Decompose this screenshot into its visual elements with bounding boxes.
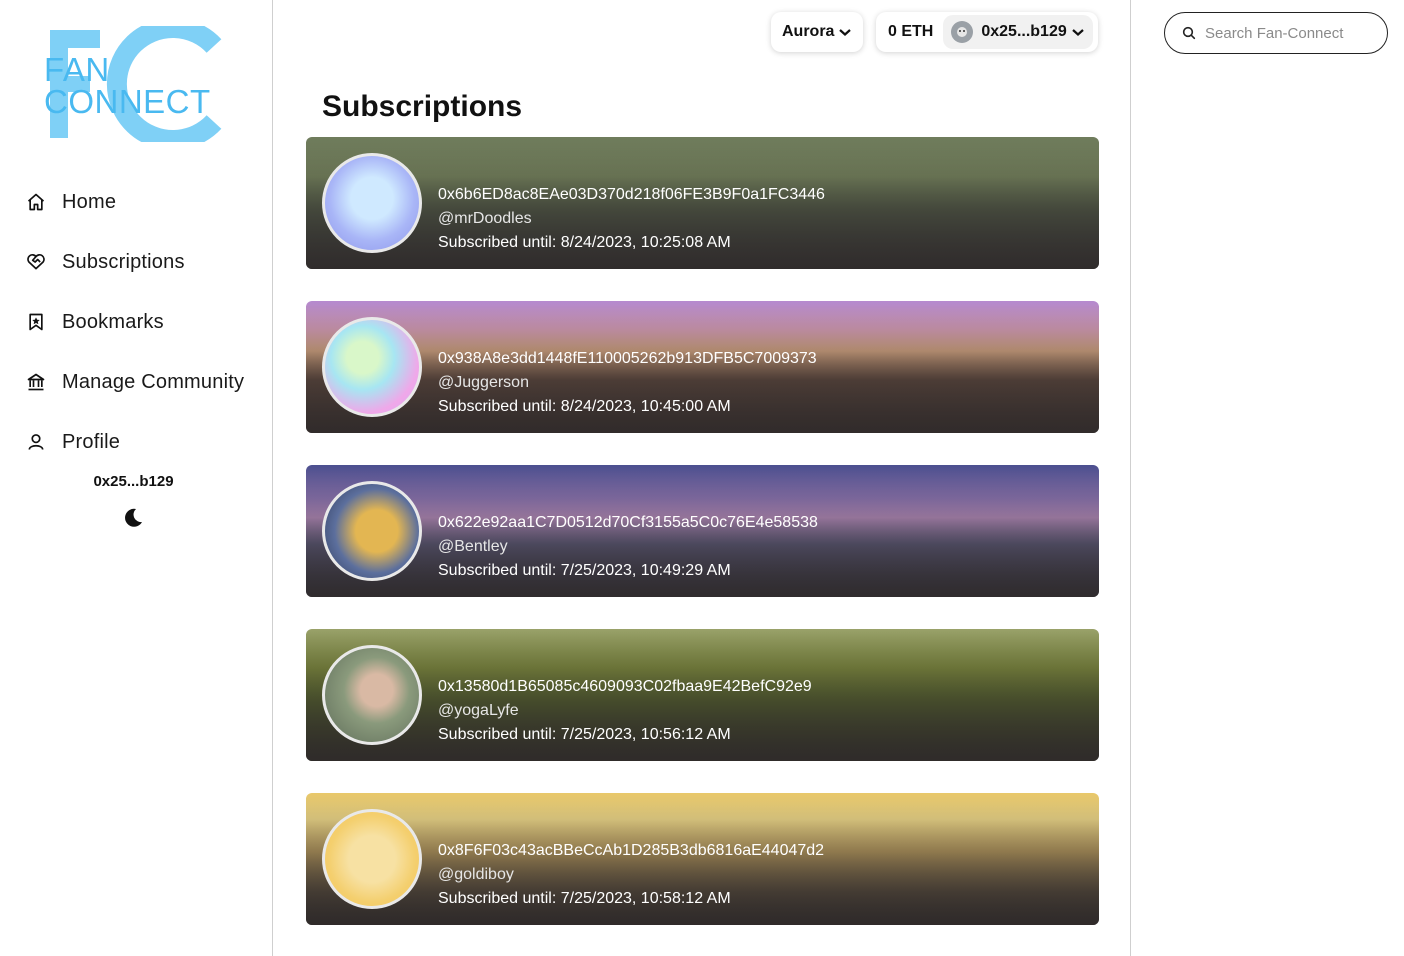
eth-balance: 0 ETH	[888, 23, 934, 40]
sidebar-item-label: Subscriptions	[62, 250, 185, 273]
right-panel	[1132, 0, 1404, 956]
bank-icon	[24, 370, 48, 394]
creator-address[interactable]: 0x6b6ED8ac8EAe03D370d218f06FE3B9F0a1FC34…	[438, 183, 825, 207]
creator-avatar[interactable]	[322, 645, 422, 745]
sidebar-item-label: Bookmarks	[62, 310, 164, 333]
sidebar-item-bookmarks[interactable]: Bookmarks	[24, 302, 244, 342]
creator-avatar[interactable]	[322, 481, 422, 581]
creator-handle[interactable]: @yogaLyfe	[438, 699, 812, 723]
sidebar-item-home[interactable]: Home	[24, 182, 244, 222]
home-icon	[24, 190, 48, 214]
creator-address[interactable]: 0x8F6F03c43acBBeCcAb1D285B3db6816aE44047…	[438, 839, 824, 863]
creator-address[interactable]: 0x938A8e3dd1448fE110005262b913DFB5C70093…	[438, 347, 817, 371]
subscription-card[interactable]: 0x622e92aa1C7D0512d70Cf3155a5C0c76E4e585…	[306, 465, 1099, 597]
subscription-card[interactable]: 0x6b6ED8ac8EAe03D370d218f06FE3B9F0a1FC34…	[306, 137, 1099, 269]
account-avatar	[951, 21, 974, 43]
creator-address[interactable]: 0x622e92aa1C7D0512d70Cf3155a5C0c76E4e585…	[438, 511, 818, 535]
search-icon	[1182, 26, 1196, 40]
chevron-down-icon	[1072, 29, 1084, 36]
sidebar-item-label: Profile	[62, 430, 121, 453]
subscription-expiry: Subscribed until: 7/25/2023, 10:56:12 AM	[438, 726, 731, 743]
creator-address[interactable]: 0x13580d1B65085c4609093C02fbaa9E42BefC92…	[438, 675, 812, 699]
subscription-expiry: Subscribed until: 8/24/2023, 10:25:08 AM	[438, 234, 731, 251]
account-address: 0x25...b129	[981, 23, 1067, 40]
moon-icon[interactable]	[121, 506, 145, 530]
chevron-down-icon	[839, 29, 852, 36]
subscription-card[interactable]: 0x938A8e3dd1448fE110005262b913DFB5C70093…	[306, 301, 1099, 433]
account-selector[interactable]: 0x25...b129	[943, 15, 1093, 49]
creator-avatar[interactable]	[322, 153, 422, 253]
creator-handle[interactable]: @mrDoodles	[438, 207, 825, 231]
brand-line-1: FAN	[44, 51, 110, 88]
creator-avatar[interactable]	[322, 317, 422, 417]
creator-handle[interactable]: @Juggerson	[438, 371, 817, 395]
creator-handle[interactable]: @goldiboy	[438, 863, 824, 887]
sidebar-item-label: Manage Community	[62, 370, 245, 393]
brand-wordmark: FAN CONNECT	[44, 51, 211, 120]
left-sidebar: FAN CONNECT Home Subscriptions Bookmarks	[0, 0, 273, 956]
page-title: Subscriptions	[322, 90, 523, 123]
subscription-list: 0x6b6ED8ac8EAe03D370d218f06FE3B9F0a1FC34…	[306, 137, 1099, 956]
creator-avatar[interactable]	[322, 809, 422, 909]
sidebar-item-label: Home	[62, 190, 117, 213]
subscription-card[interactable]: 0x13580d1B65085c4609093C02fbaa9E42BefC92…	[306, 629, 1099, 761]
bookmark-star-icon	[24, 310, 48, 334]
sidebar-nav: Home Subscriptions Bookmarks Manage Comm…	[24, 182, 244, 482]
search-bar[interactable]	[1164, 12, 1388, 54]
sidebar-wallet-address: 0x25...b129	[93, 473, 174, 490]
subscription-expiry: Subscribed until: 7/25/2023, 10:49:29 AM	[438, 562, 731, 579]
subscription-expiry: Subscribed until: 8/24/2023, 10:45:00 AM	[438, 398, 731, 415]
creator-handle[interactable]: @Bentley	[438, 535, 818, 559]
subscription-card[interactable]: 0x8F6F03c43acBBeCcAb1D285B3db6816aE44047…	[306, 793, 1099, 925]
search-input[interactable]	[1205, 24, 1375, 42]
network-name: Aurora	[782, 23, 835, 40]
sidebar-item-subscriptions[interactable]: Subscriptions	[24, 242, 244, 282]
sidebar-item-profile[interactable]: Profile	[24, 422, 244, 462]
brand-line-2: CONNECT	[44, 83, 211, 120]
sidebar-item-manage-community[interactable]: Manage Community	[24, 362, 244, 402]
account-button[interactable]: 0 ETH 0x25...b129	[876, 12, 1098, 52]
network-selector[interactable]: Aurora	[771, 12, 863, 52]
user-icon	[24, 430, 48, 454]
subscription-expiry: Subscribed until: 7/25/2023, 10:58:12 AM	[438, 890, 731, 907]
heart-handshake-icon	[24, 250, 48, 274]
main-content: Aurora 0 ETH 0x25...b129 Subscriptions 0…	[274, 0, 1131, 956]
